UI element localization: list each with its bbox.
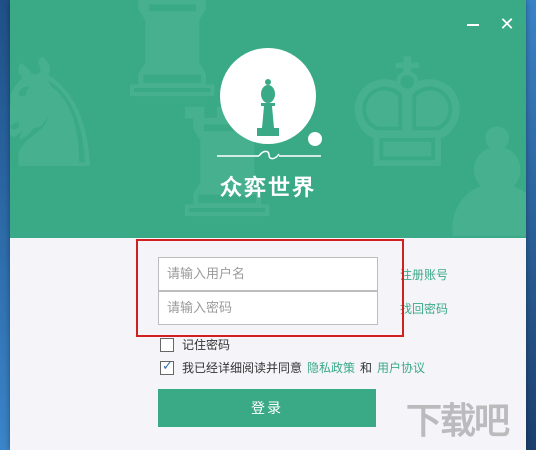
minimize-icon bbox=[467, 24, 479, 26]
and-text: 和 bbox=[360, 361, 373, 375]
annotation-highlight-box bbox=[136, 239, 404, 337]
chess-knight-bg-icon: ♞ bbox=[10, 28, 115, 202]
bishop-icon bbox=[257, 79, 279, 136]
close-icon: ✕ bbox=[499, 14, 515, 35]
login-button[interactable]: 登录 bbox=[158, 389, 376, 427]
remember-checkbox[interactable] bbox=[160, 337, 174, 352]
forgot-password-link[interactable]: 找回密码 bbox=[400, 300, 448, 317]
logo-underline-icon bbox=[217, 150, 321, 160]
window-controls: ✕ bbox=[464, 16, 516, 34]
close-button[interactable]: ✕ bbox=[498, 16, 516, 34]
remember-label: 记住密码 bbox=[182, 338, 231, 352]
agree-prefix-text: 我已经详细阅读并同意 bbox=[182, 361, 303, 375]
app-logo bbox=[220, 48, 322, 146]
register-link[interactable]: 注册账号 bbox=[400, 266, 448, 283]
remember-row: 记住密码 bbox=[160, 336, 230, 353]
app-name: 众弈世界 bbox=[219, 175, 316, 201]
agreement-row: 我已经详细阅读并同意 隐私政策 和 用户协议 bbox=[160, 359, 430, 376]
privacy-policy-link[interactable]: 隐私政策 bbox=[307, 359, 355, 376]
user-agreement-link[interactable]: 用户协议 bbox=[377, 359, 425, 376]
agree-checkbox[interactable] bbox=[160, 359, 174, 375]
minimize-button[interactable] bbox=[464, 16, 482, 34]
login-window: ♞ ♜ ♜ ♚ ♟ ✕ 众弈世界 请输入用户名 注册账号 找回密码 记住密码 ✓… bbox=[10, 0, 526, 450]
watermark-text: 下载吧 bbox=[405, 401, 510, 442]
header-banner: ♞ ♜ ♜ ♚ ♟ ✕ 众弈世界 bbox=[10, 0, 526, 238]
